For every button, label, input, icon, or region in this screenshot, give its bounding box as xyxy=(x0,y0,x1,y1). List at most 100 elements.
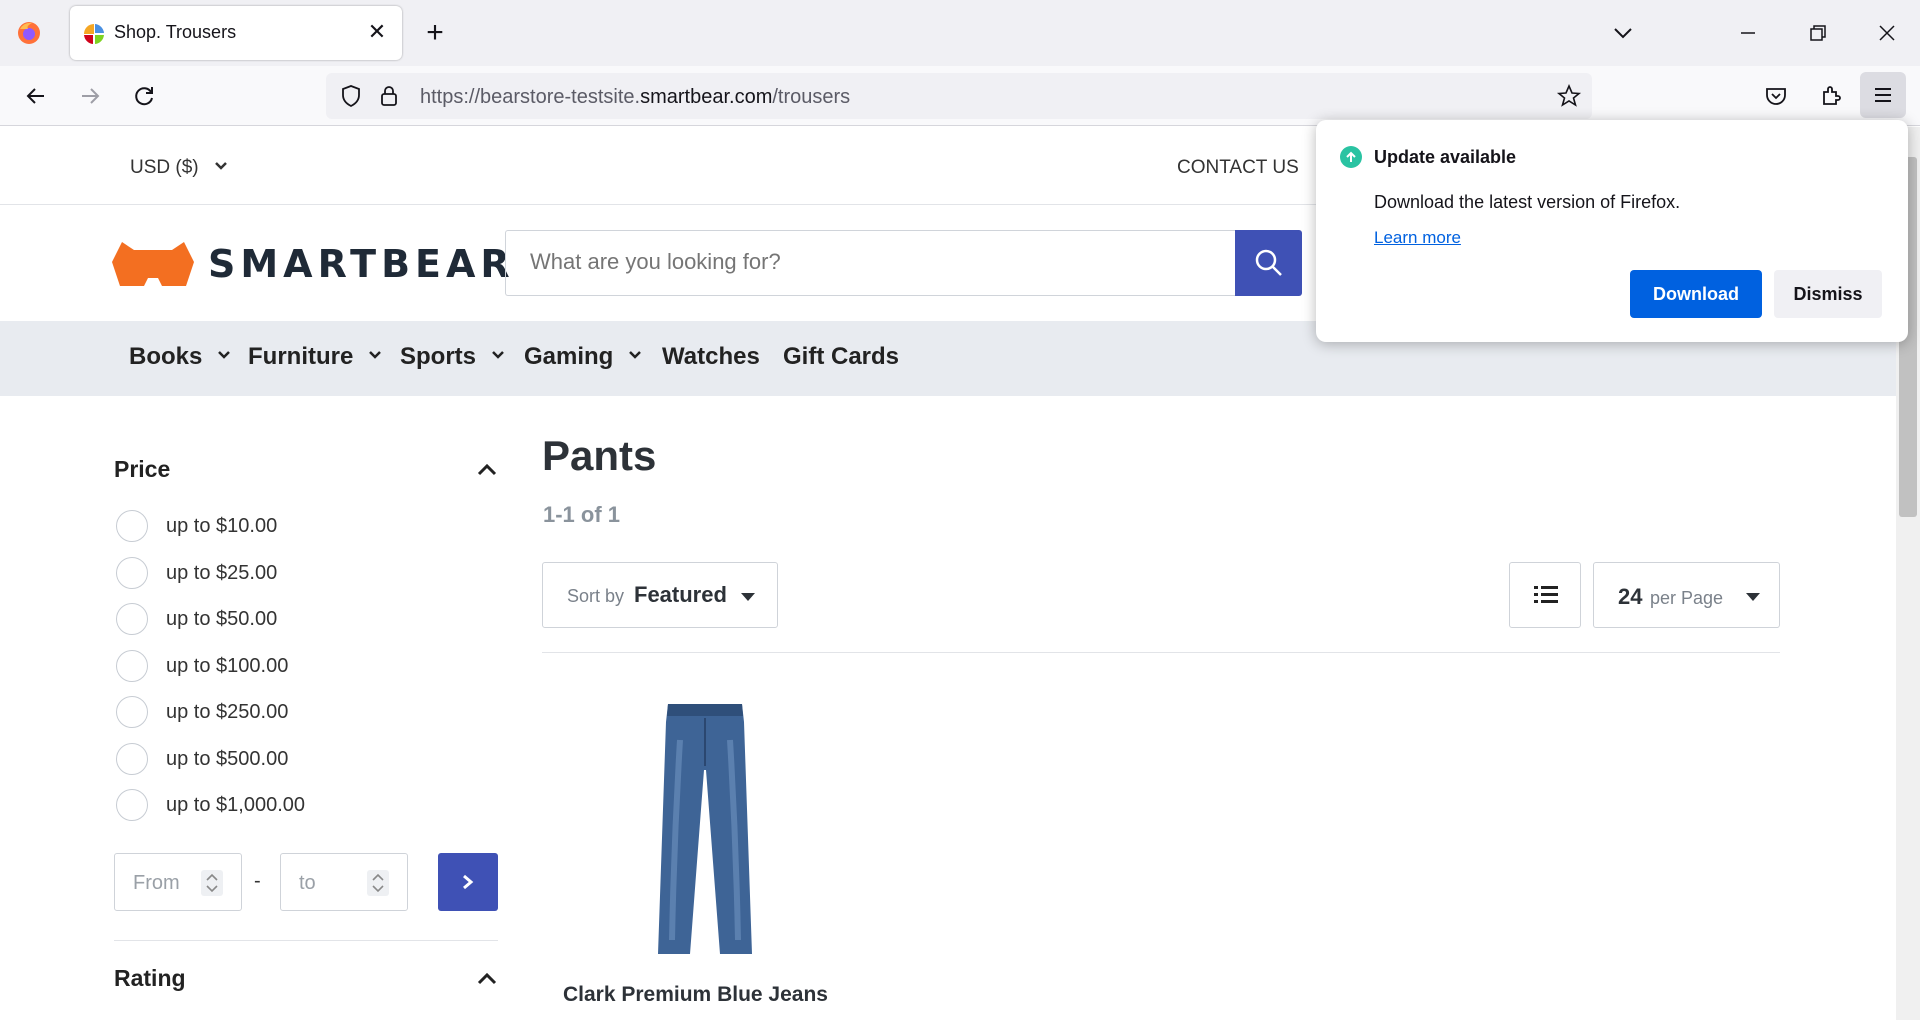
currency-selector[interactable]: USD ($) xyxy=(130,157,228,179)
close-window-icon[interactable] xyxy=(1872,18,1902,48)
chevron-down-icon xyxy=(369,351,381,359)
sort-dropdown[interactable]: Sort by Featured xyxy=(542,562,778,628)
brand-wordmark: SMARTBEAR xyxy=(208,242,515,286)
price-to-placeholder: to xyxy=(299,872,316,894)
tab-close-icon[interactable]: ✕ xyxy=(364,19,390,45)
bear-logo-icon xyxy=(112,242,194,286)
list-icon xyxy=(1534,586,1558,603)
chevron-down-icon xyxy=(215,162,227,170)
list-all-tabs-icon[interactable] xyxy=(1608,18,1638,48)
reload-icon[interactable] xyxy=(130,82,158,110)
facet-divider xyxy=(114,940,498,941)
lock-icon[interactable] xyxy=(376,83,402,109)
product-image-jeans[interactable] xyxy=(650,700,760,960)
price-option-label: up to $10.00 xyxy=(166,515,278,537)
result-count: 1-1 of 1 xyxy=(543,502,621,527)
chevron-up-icon[interactable] xyxy=(476,462,498,476)
nav-item-label: Books xyxy=(129,343,203,370)
nav-item-books[interactable]: Books xyxy=(129,343,231,371)
minimize-icon[interactable] xyxy=(1733,18,1763,48)
nav-item-label: Gift Cards xyxy=(783,343,900,370)
update-available-panel: Update available Download the latest ver… xyxy=(1316,120,1908,342)
nav-item-watches[interactable]: Watches xyxy=(662,343,760,371)
nav-item-gaming[interactable]: Gaming xyxy=(524,343,642,371)
stepper-icon[interactable] xyxy=(367,870,389,896)
nav-item-label: Sports xyxy=(400,343,477,370)
tab-title: Shop. Trousers xyxy=(114,22,237,42)
bookmark-star-icon[interactable] xyxy=(1556,83,1582,109)
chevron-down-icon xyxy=(491,351,504,359)
listing-divider xyxy=(542,652,1780,653)
search-input[interactable] xyxy=(530,249,1130,275)
favicon-icon xyxy=(84,24,104,44)
price-option-label: up to $25.00 xyxy=(166,562,278,584)
tracking-shield-icon[interactable] xyxy=(338,83,364,109)
url-scheme: https://bearstore-testsite. xyxy=(420,86,641,108)
chevron-down-icon xyxy=(218,351,230,359)
price-radio[interactable] xyxy=(116,650,148,682)
restore-icon[interactable] xyxy=(1803,18,1833,48)
price-radio[interactable] xyxy=(116,696,148,728)
price-option-label: up to $1,000.00 xyxy=(166,794,306,816)
caret-down-icon xyxy=(741,593,755,601)
search-button[interactable] xyxy=(1235,230,1302,296)
url-host: smartbear.com xyxy=(640,86,773,108)
per-page-value: 24 xyxy=(1618,584,1643,609)
nav-item-gift-cards[interactable]: Gift Cards xyxy=(783,343,899,371)
browser-tabbar: Shop. Trousers ✕ + xyxy=(0,0,1920,66)
dismiss-button[interactable]: Dismiss xyxy=(1774,270,1882,318)
back-arrow-icon[interactable] xyxy=(22,82,50,110)
pocket-icon[interactable] xyxy=(1762,82,1790,110)
learn-more-link[interactable]: Learn more xyxy=(1374,228,1461,248)
nav-item-furniture[interactable]: Furniture xyxy=(248,343,382,371)
per-page-dropdown[interactable]: 24 per Page xyxy=(1593,562,1780,628)
extensions-icon[interactable] xyxy=(1817,82,1845,110)
list-view-button[interactable] xyxy=(1509,562,1581,628)
update-title: Update available xyxy=(1374,147,1517,167)
smartbear-logo[interactable]: SMARTBEAR xyxy=(112,238,510,290)
price-radio[interactable] xyxy=(116,510,148,542)
update-arrow-icon xyxy=(1340,146,1362,168)
contact-us-link[interactable]: CONTACT US xyxy=(1177,157,1299,179)
page-title: Pants xyxy=(542,432,657,479)
sort-label: Sort by xyxy=(567,586,625,606)
price-radio[interactable] xyxy=(116,557,148,589)
product-name[interactable]: Clark Premium Blue Jeans xyxy=(563,983,828,1007)
price-radio[interactable] xyxy=(116,789,148,821)
price-option-label: up to $250.00 xyxy=(166,701,289,723)
price-radio[interactable] xyxy=(116,743,148,775)
app-menu-button[interactable] xyxy=(1860,72,1906,118)
url-bar[interactable]: https://bearstore-testsite.smartbear.com… xyxy=(326,73,1592,119)
nav-item-sports[interactable]: Sports xyxy=(400,343,505,371)
currency-label: USD ($) xyxy=(130,157,199,178)
url-path: /trousers xyxy=(772,86,851,108)
browser-navbar: https://bearstore-testsite.smartbear.com… xyxy=(0,66,1920,126)
stepper-icon[interactable] xyxy=(201,870,223,896)
price-to-input[interactable]: to xyxy=(280,853,408,911)
price-from-input[interactable]: From xyxy=(114,853,242,911)
url-text[interactable]: https://bearstore-testsite.smartbear.com… xyxy=(420,86,850,109)
chevron-down-icon xyxy=(629,351,641,359)
new-tab-button[interactable]: + xyxy=(420,18,450,48)
search-icon xyxy=(1255,249,1282,276)
price-option-label: up to $50.00 xyxy=(166,608,278,630)
price-from-placeholder: From xyxy=(133,872,180,894)
hamburger-icon xyxy=(1875,88,1891,102)
search-box[interactable] xyxy=(505,230,1235,296)
nav-item-label: Furniture xyxy=(248,343,354,370)
rating-facet-title[interactable]: Rating xyxy=(114,965,186,992)
firefox-icon[interactable] xyxy=(16,20,42,46)
price-facet-title[interactable]: Price xyxy=(114,456,170,483)
sort-value: Featured xyxy=(634,582,727,607)
active-tab[interactable]: Shop. Trousers ✕ xyxy=(70,6,402,60)
price-option-label: up to $500.00 xyxy=(166,748,289,770)
download-button[interactable]: Download xyxy=(1630,270,1762,318)
nav-item-label: Gaming xyxy=(524,343,614,370)
forward-arrow-icon[interactable] xyxy=(76,82,104,110)
apply-price-range-button[interactable] xyxy=(438,853,498,911)
chevron-right-icon xyxy=(463,874,474,890)
chevron-up-icon[interactable] xyxy=(476,971,498,985)
price-radio[interactable] xyxy=(116,603,148,635)
nav-item-label: Watches xyxy=(662,343,760,370)
caret-down-icon xyxy=(1746,593,1760,601)
